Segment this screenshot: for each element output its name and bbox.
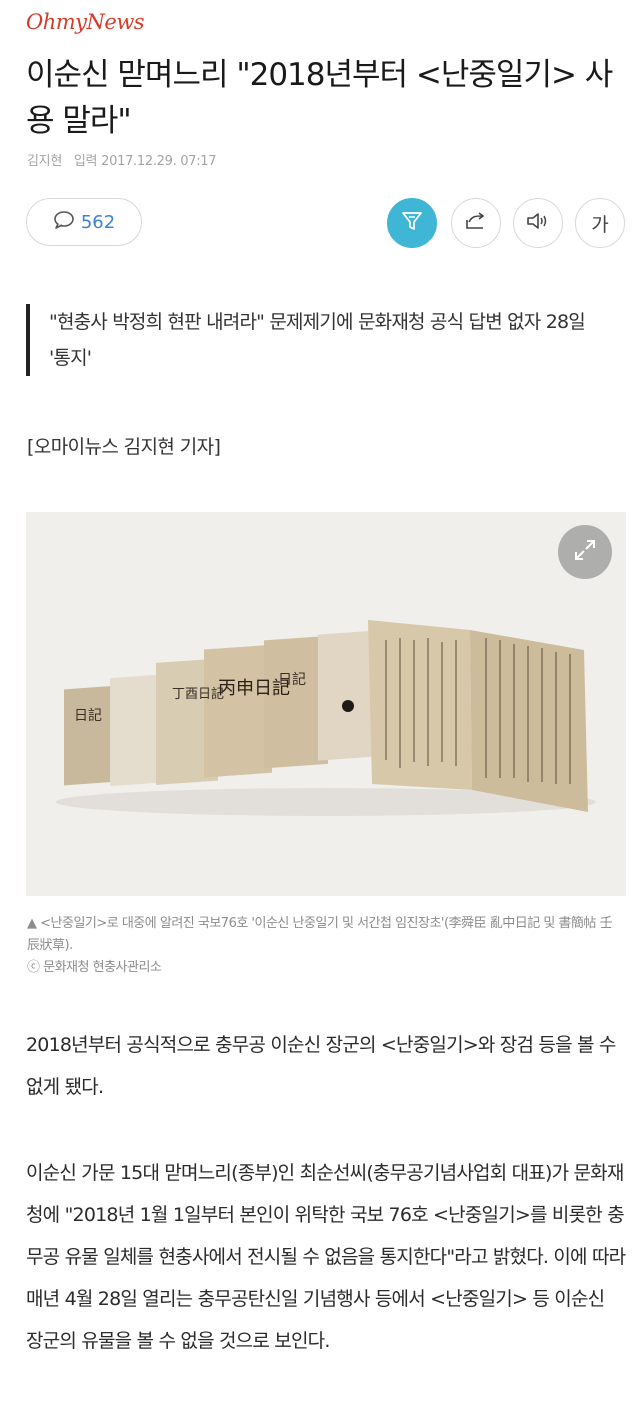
caption-text: ▲ <난중일기>로 대중에 알려진 국보76호 '이순신 난중일기 및 서간첩 … — [27, 916, 613, 953]
comment-button[interactable]: 562 — [26, 198, 142, 246]
font-size-label: 가 — [591, 213, 609, 236]
photo-caption: ▲ <난중일기>로 대중에 알려진 국보76호 '이순신 난중일기 및 서간첩 … — [27, 913, 617, 979]
nanjung-ilgi-books-image: 日記 丁酉日記 丙申日記 日記 — [56, 620, 596, 816]
filter-button[interactable] — [387, 198, 437, 248]
book-label-4: 日記 — [278, 671, 306, 688]
filter-icon — [400, 209, 424, 237]
reporter-credit: [오마이뉴스 김지현 기자] — [27, 436, 221, 458]
publish-date: 2017.12.29. 07:17 — [101, 154, 217, 169]
book-label-1: 日記 — [74, 707, 102, 724]
article-photo[interactable]: 日記 丁酉日記 丙申日記 日記 — [26, 512, 626, 896]
font-size-button[interactable]: 가 — [575, 198, 625, 248]
speaker-icon — [525, 210, 551, 236]
expand-image-button[interactable] — [558, 525, 612, 579]
byline: 김지현 입력 2017.12.29. 07:17 — [27, 150, 224, 169]
site-logo[interactable]: OhmyNews — [26, 10, 145, 34]
date-label: 입력 — [73, 154, 98, 169]
article-title: 이순신 맏며느리 "2018년부터 <난중일기> 사용 말라" — [26, 57, 613, 139]
caption-credit: ⓒ 문화재청 현충사관리소 — [27, 960, 162, 975]
book-label-2: 丁酉日記 — [172, 686, 224, 702]
author-name: 김지현 — [27, 154, 62, 169]
article-subtitle: "현충사 박정희 현판 내려라" 문제제기에 문화재청 공식 답변 없자 28일… — [26, 304, 606, 376]
paragraph-2: 이순신 가문 15대 맏며느리(종부)인 최순선씨(충무공기념사업회 대표)가 … — [26, 1162, 626, 1352]
paragraph-1: 2018년부터 공식적으로 충무공 이순신 장군의 <난중일기>와 장검 등을 … — [26, 1034, 616, 1098]
share-button[interactable] — [451, 198, 501, 248]
speech-bubble-icon — [53, 210, 75, 235]
comment-count: 562 — [80, 211, 116, 233]
share-icon — [464, 210, 488, 236]
listen-button[interactable] — [513, 198, 563, 248]
expand-icon — [572, 537, 598, 567]
